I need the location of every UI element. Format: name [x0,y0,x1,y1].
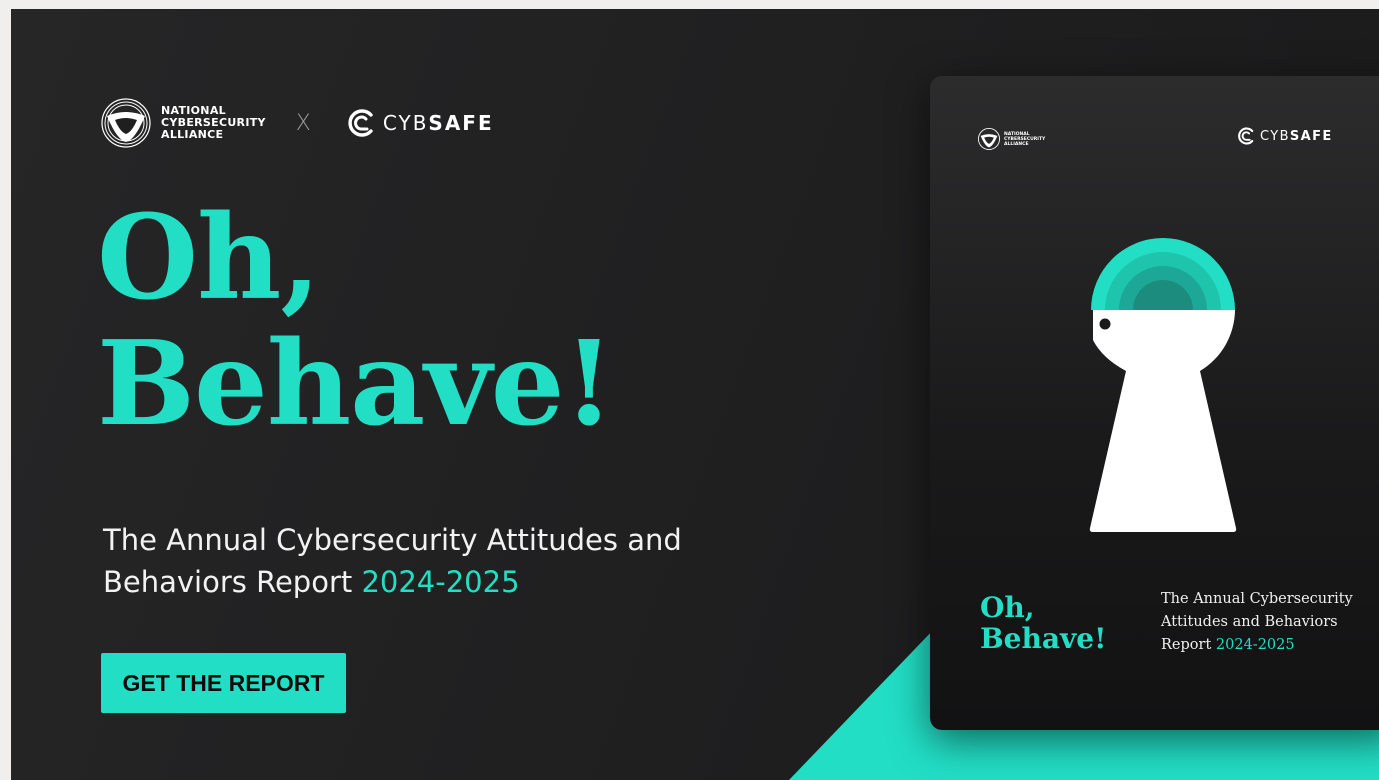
nca-logo-icon [101,98,151,148]
cover-title: Oh, Behave! [980,592,1106,654]
headline-line-1: Oh, [97,190,321,326]
subheadline: The Annual Cybersecurity Attitudes and B… [103,519,703,603]
cover-cybsafe-logo: CYBSAFE [1236,126,1333,146]
cover-cybsafe-light: CYB [1260,128,1290,144]
cover-subtitle-year: 2024-2025 [1215,637,1295,653]
keyhole-head-icon [1089,238,1237,532]
nca-logo-text: NATIONAL CYBERSECURITY ALLIANCE [161,105,266,141]
cover-cybsafe-text: CYBSAFE [1260,129,1333,144]
cover-nca-logo-icon [978,128,1000,150]
cover-nca-text: NATIONAL CYBERSECURITY ALLIANCE [1004,132,1045,147]
cybsafe-logo-text: CYBSAFE [383,111,494,135]
cover-nca-logo: NATIONAL CYBERSECURITY ALLIANCE [978,128,1045,150]
report-cover-card[interactable]: NATIONAL CYBERSECURITY ALLIANCE CYBSAFE [930,76,1379,730]
nca-line-3: ALLIANCE [161,128,224,141]
get-report-button[interactable]: GET THE REPORT [101,653,346,713]
cybsafe-logo: CYBSAFE [345,107,494,139]
logo-row: NATIONAL CYBERSECURITY ALLIANCE X CYBSAF… [101,97,494,149]
cover-cybsafe-logo-icon [1238,127,1254,145]
hero-banner: NATIONAL CYBERSECURITY ALLIANCE X CYBSAF… [11,9,1379,780]
cover-cybsafe-bold: SAFE [1289,128,1333,144]
headline: Oh, Behave! [97,190,614,452]
cover-subtitle: The Annual Cybersecurity Attitudes and B… [1161,588,1371,657]
cover-title-line-2: Behave! [980,622,1107,655]
cover-nca-line-2: CYBERSECURITY [1004,136,1046,142]
subheadline-year: 2024-2025 [361,565,520,599]
headline-line-2: Behave! [97,316,614,452]
cybsafe-bold: SAFE [428,111,494,135]
cybsafe-light: CYB [382,111,429,135]
cover-title-line-1: Oh, [980,591,1035,624]
cybsafe-logo-icon [348,109,373,137]
partner-separator: X [295,110,311,136]
cover-nca-line-3: ALLIANCE [1004,141,1029,147]
